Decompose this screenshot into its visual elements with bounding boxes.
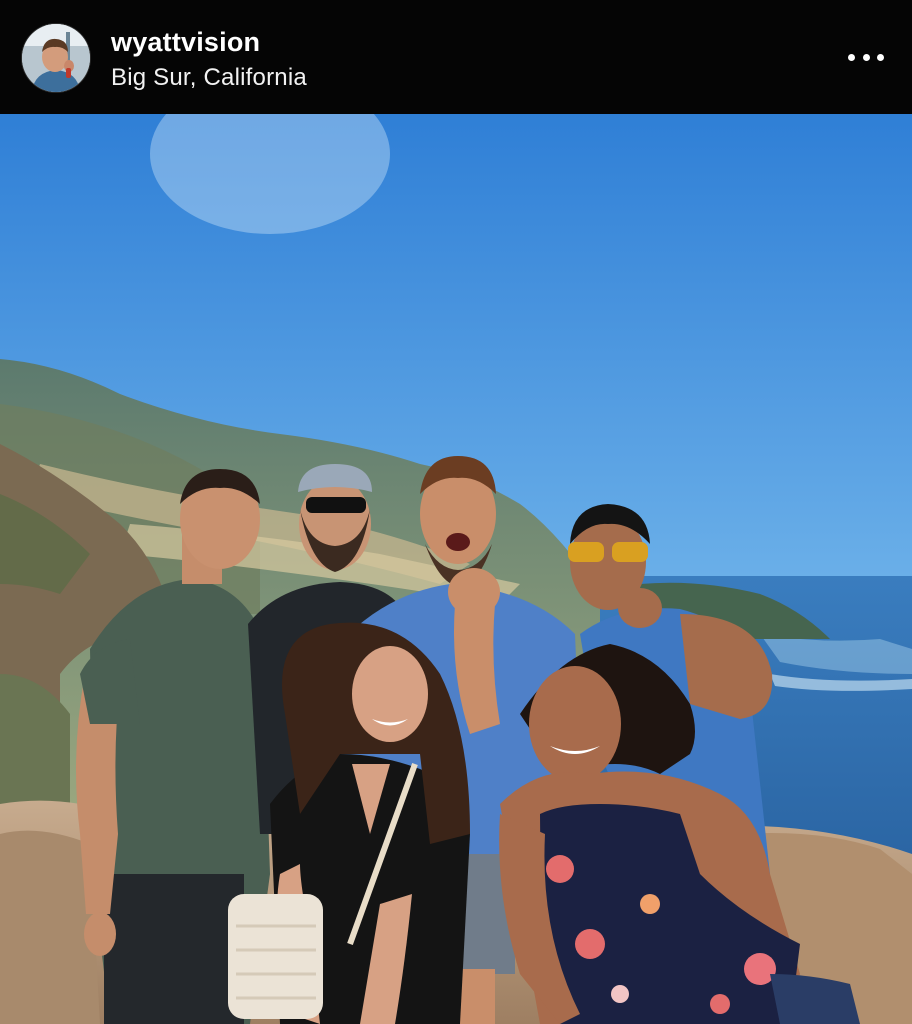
- more-horizontal-icon[interactable]: [848, 46, 884, 68]
- instagram-post: wyattvision Big Sur, California: [0, 0, 912, 1024]
- avatar-image: [22, 24, 90, 92]
- user-info: wyattvision Big Sur, California: [111, 26, 307, 94]
- post-photo[interactable]: [0, 114, 912, 1024]
- more-dot: [848, 53, 855, 61]
- more-dot: [877, 53, 884, 61]
- hand: [84, 912, 116, 956]
- username-link[interactable]: wyattvision: [111, 26, 307, 58]
- more-dot: [862, 53, 870, 61]
- group-photo-image: [0, 114, 912, 1024]
- handbag: [228, 894, 323, 1019]
- location-link[interactable]: Big Sur, California: [111, 62, 307, 94]
- profile-avatar[interactable]: [22, 24, 90, 92]
- post-header: wyattvision Big Sur, California: [0, 0, 912, 114]
